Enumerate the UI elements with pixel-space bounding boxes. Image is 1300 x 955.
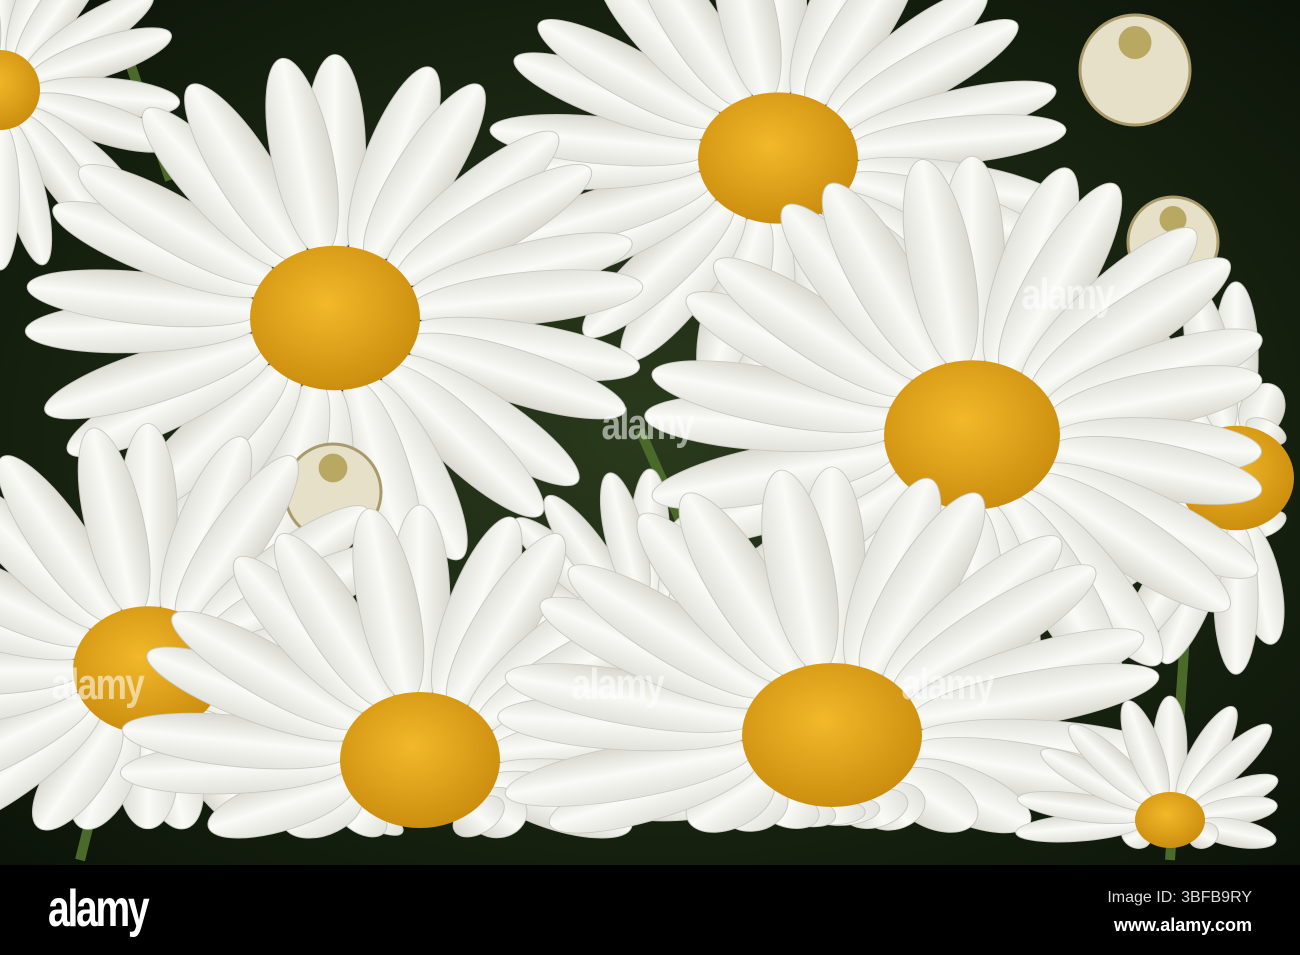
watermark: alamy xyxy=(51,660,144,709)
stock-photo: alamy alamy alamy alamy alamy alamy Imag… xyxy=(0,0,1300,955)
footer-bar: alamy Image ID: 3BFB9RY www.alamy.com xyxy=(0,865,1300,955)
watermark: alamy xyxy=(1021,270,1114,319)
image-id: Image ID: 3BFB9RY xyxy=(1107,889,1252,906)
watermark: alamy xyxy=(601,400,694,449)
alamy-logo: alamy xyxy=(48,880,150,938)
watermark: alamy xyxy=(901,660,994,709)
flower-bud xyxy=(1078,13,1192,127)
website-link: www.alamy.com xyxy=(1113,915,1252,935)
watermark: alamy xyxy=(571,660,664,709)
